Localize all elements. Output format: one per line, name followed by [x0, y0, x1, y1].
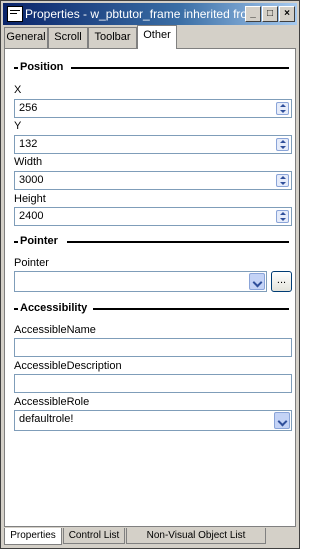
height-field[interactable]: 2400 [14, 207, 292, 226]
section-rule [67, 241, 289, 243]
pointer-browse-button[interactable]: ... [271, 271, 292, 292]
x-label: X [14, 84, 22, 96]
maximize-button[interactable]: □ [262, 6, 278, 22]
section-position: Position [20, 61, 64, 73]
tab-toolbar[interactable]: Toolbar [88, 27, 137, 48]
width-value: 3000 [19, 174, 44, 186]
tab-scroll[interactable]: Scroll [48, 27, 88, 48]
y-label: Y [14, 120, 22, 132]
tab-control-list[interactable]: Control List [63, 528, 125, 544]
tab-general[interactable]: General [4, 27, 48, 48]
accessible-name-field[interactable] [14, 338, 292, 357]
y-value: 132 [19, 138, 38, 150]
title-bar[interactable]: Properties - w_pbtutor_frame inherited f… [3, 3, 297, 25]
section-dash [14, 67, 18, 69]
width-field[interactable]: 3000 [14, 171, 292, 190]
section-accessibility: Accessibility [20, 302, 88, 314]
properties-window: Properties - w_pbtutor_frame inherited f… [0, 0, 300, 549]
pointer-dropdown-icon[interactable] [249, 273, 265, 290]
tab-properties[interactable]: Properties [4, 528, 62, 545]
accessible-role-value: defaultrole! [19, 413, 74, 425]
section-dash [14, 308, 18, 310]
accessible-description-field[interactable] [14, 374, 292, 393]
y-field[interactable]: 132 [14, 135, 292, 154]
height-spin-icon[interactable] [276, 210, 289, 223]
pointer-combobox[interactable] [14, 271, 267, 292]
y-spin-icon[interactable] [276, 138, 289, 151]
section-pointer: Pointer [20, 235, 58, 247]
tab-other[interactable]: Other [137, 25, 177, 49]
pointer-label: Pointer [14, 257, 49, 269]
x-field[interactable]: 256 [14, 99, 292, 118]
tab-non-visual-object-list[interactable]: Non-Visual Object List [126, 528, 266, 544]
section-rule [93, 308, 289, 310]
close-button[interactable]: × [279, 6, 295, 22]
x-value: 256 [19, 102, 38, 114]
accessible-role-dropdown-icon[interactable] [274, 412, 290, 429]
x-spin-icon[interactable] [276, 102, 289, 115]
width-spin-icon[interactable] [276, 174, 289, 187]
window-icon [7, 6, 23, 22]
bottom-tab-strip: Properties Control List Non-Visual Objec… [4, 528, 298, 546]
accessible-description-label: AccessibleDescription [14, 360, 122, 372]
accessible-role-combobox[interactable]: defaultrole! [14, 410, 292, 431]
window-title: Properties - w_pbtutor_frame inherited f… [25, 7, 261, 21]
accessible-name-label: AccessibleName [14, 324, 96, 336]
minimize-button[interactable]: _ [245, 6, 261, 22]
accessible-role-label: AccessibleRole [14, 396, 90, 408]
properties-panel: Position X 256 Y 132 Width 3000 Height 2… [4, 48, 296, 527]
section-dash [14, 241, 18, 243]
width-label: Width [14, 156, 43, 168]
height-label: Height [14, 193, 46, 205]
height-value: 2400 [19, 210, 44, 222]
section-rule [71, 67, 289, 69]
